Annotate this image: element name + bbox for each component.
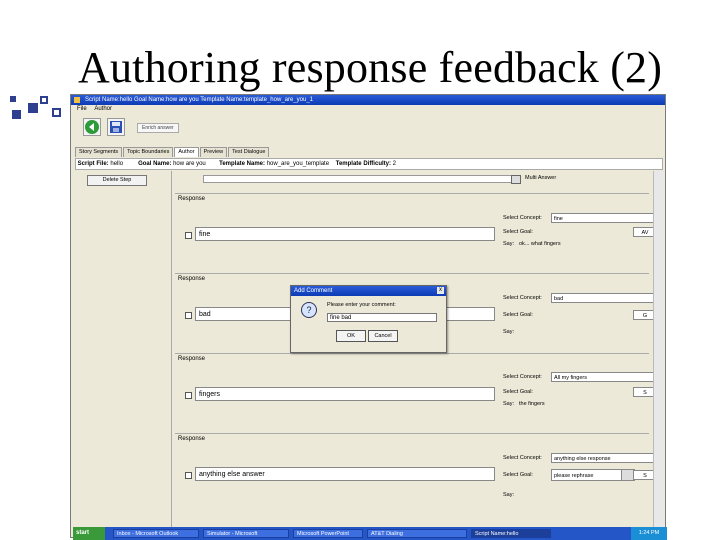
select-concept-field[interactable]: All my fingers (551, 372, 655, 382)
dialog-prompt: Please enter your comment: (327, 302, 396, 308)
select-concept-label: Select Concept: (503, 215, 542, 221)
response-input[interactable]: anything else answer (195, 467, 495, 481)
say-value: ok... what fingers (519, 241, 561, 247)
select-concept-field[interactable]: anything else response (551, 453, 655, 463)
vertical-scrollbar[interactable] (653, 171, 664, 527)
save-icon (110, 121, 122, 133)
comment-input[interactable]: fine bad (327, 313, 437, 322)
goal-name-value: how are you (173, 161, 206, 167)
response-checkbox[interactable] (185, 232, 192, 239)
taskbar-item[interactable]: Script Name:hello (471, 529, 551, 538)
say-value: the fingers (519, 401, 545, 407)
menu-bar: File Author (71, 105, 665, 114)
save-button[interactable] (107, 118, 125, 136)
response-label: Response (178, 196, 206, 202)
multi-answer-label: Multi Answer (525, 175, 557, 181)
question-field[interactable] (203, 175, 515, 183)
taskbar: start Inbox - Microsoft Outlook Simulato… (73, 527, 667, 540)
toolbar: Enrich answer (71, 115, 665, 141)
response-label: Response (178, 436, 206, 442)
menu-author[interactable]: Author (94, 106, 112, 112)
add-comment-dialog: Add Comment x ? Please enter your commen… (290, 285, 447, 353)
cancel-button[interactable]: Cancel (368, 330, 398, 342)
system-clock: 1:24 PM (631, 527, 667, 540)
tab-author[interactable]: Author (174, 147, 199, 157)
back-button[interactable] (83, 118, 101, 136)
select-concept-label: Select Concept: (503, 455, 542, 461)
close-icon[interactable]: x (437, 287, 444, 294)
window-titlebar[interactable]: Script Name:hello Goal Name:how are you … (71, 95, 665, 105)
tab-test-dialogue[interactable]: Test Dialogue (228, 147, 270, 157)
goal-name-label: Goal Name: (138, 161, 172, 167)
multi-answer-checkbox[interactable] (511, 175, 521, 184)
start-button[interactable]: start (73, 527, 105, 540)
response-block: Response fingers Select Concept: All my … (175, 353, 657, 432)
say-label: Say: (503, 401, 515, 407)
select-concept-field[interactable]: fine (551, 213, 655, 223)
select-goal-value: please rephrase (554, 473, 594, 479)
response-checkbox[interactable] (185, 312, 192, 319)
menu-file[interactable]: File (77, 106, 87, 112)
template-difficulty-value: 2 (392, 161, 396, 167)
tab-topic-boundaries[interactable]: Topic Boundaries (123, 147, 174, 157)
response-label: Response (178, 356, 206, 362)
response-input[interactable]: fine (195, 227, 495, 241)
info-bar: Script File: hello Goal Name: how are yo… (75, 158, 663, 170)
slide-title: Authoring response feedback (2) (78, 43, 663, 92)
response-label: Response (178, 276, 206, 282)
response-checkbox[interactable] (185, 392, 192, 399)
script-file-label: Script File: (77, 161, 109, 167)
select-concept-label: Select Concept: (503, 374, 542, 380)
template-name-value: how_are_you_template (266, 161, 330, 167)
dialog-titlebar[interactable]: Add Comment x (291, 286, 446, 296)
slide-decoration-square (52, 108, 61, 117)
ok-button[interactable]: OK (336, 330, 366, 342)
say-label: Say: (503, 241, 515, 247)
select-goal-dropdown[interactable]: please rephrase (551, 469, 635, 481)
slide-decoration-square (40, 96, 48, 104)
taskbar-item[interactable]: Microsoft PowerPoint (293, 529, 363, 538)
slide-decoration-square (28, 103, 38, 113)
dialog-title: Add Comment (294, 288, 333, 294)
back-arrow-icon (85, 120, 99, 134)
delete-step-button[interactable]: Delete Step (87, 175, 147, 186)
window-title: Script Name:hello Goal Name:how are you … (85, 97, 314, 103)
response-input[interactable]: fingers (195, 387, 495, 401)
tab-strip: Story Segments Topic Boundaries Author P… (75, 147, 270, 157)
response-checkbox[interactable] (185, 472, 192, 479)
response-block: Response fine Select Concept: fine Selec… (175, 193, 657, 272)
side-panel: Delete Step (75, 171, 172, 527)
taskbar-item[interactable]: AT&T Dialing (367, 529, 467, 538)
select-goal-label: Select Goal: (503, 229, 533, 235)
enrich-answer-button[interactable]: Enrich answer (137, 123, 179, 133)
template-name-label: Template Name: (219, 161, 266, 167)
taskbar-item[interactable]: Simulator - Microsoft (203, 529, 289, 538)
say-label: Say: (503, 329, 515, 335)
slide-decoration-square (10, 96, 16, 102)
taskbar-item[interactable]: Inbox - Microsoft Outlook (113, 529, 199, 538)
app-icon (74, 97, 80, 103)
template-difficulty-label: Template Difficulty: (335, 161, 391, 167)
response-block: Response anything else answer Select Con… (175, 433, 657, 524)
tab-story-segments[interactable]: Story Segments (75, 147, 123, 157)
select-goal-label: Select Goal: (503, 472, 533, 478)
select-concept-label: Select Concept: (503, 295, 542, 301)
select-goal-label: Select Goal: (503, 389, 533, 395)
tab-preview[interactable]: Preview (199, 147, 228, 157)
select-concept-field[interactable]: bad (551, 293, 655, 303)
script-file-value: hello (110, 161, 124, 167)
slide-decoration-square (12, 110, 21, 119)
question-icon: ? (301, 302, 317, 318)
select-goal-label: Select Goal: (503, 312, 533, 318)
say-label: Say: (503, 492, 515, 498)
